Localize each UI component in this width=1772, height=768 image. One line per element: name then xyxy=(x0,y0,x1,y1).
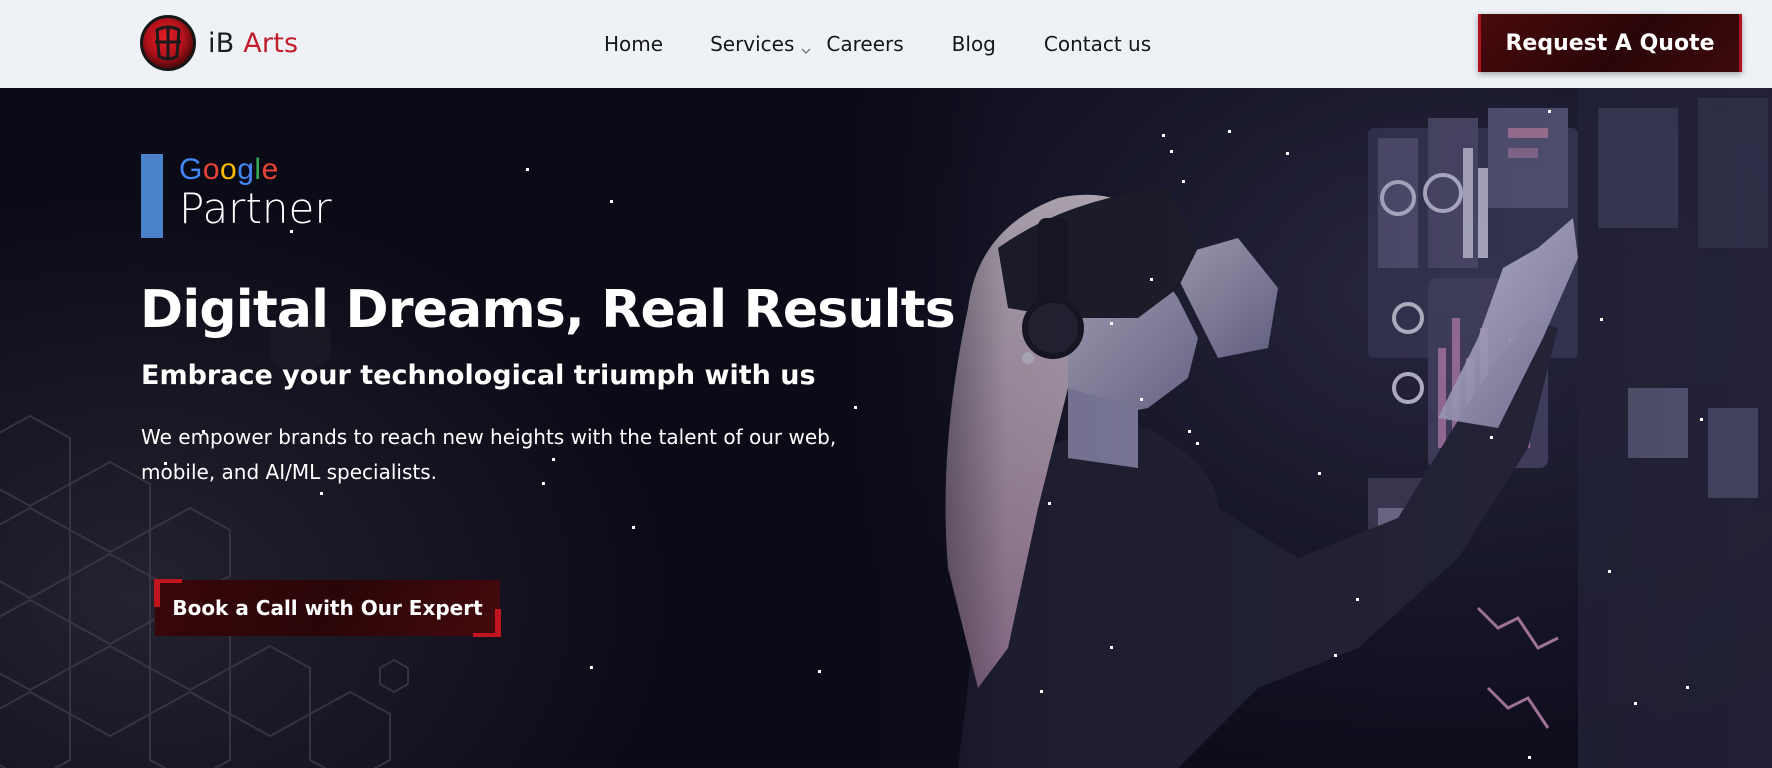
google-letter: l xyxy=(254,153,262,186)
nav-careers[interactable]: Careers xyxy=(826,32,903,56)
google-partner-badge: Google Partner xyxy=(141,154,332,238)
nav-blog[interactable]: Blog xyxy=(952,32,996,56)
site-header: iB Arts Home Services Careers Blog Conta… xyxy=(0,0,1772,88)
google-wordmark: Google xyxy=(179,154,332,186)
hero-section: Google Partner Digital Dreams, Real Resu… xyxy=(0,88,1772,768)
main-nav: Home Services Careers Blog Contact us xyxy=(604,26,1151,62)
nav-home[interactable]: Home xyxy=(604,32,663,56)
google-letter: g xyxy=(237,153,255,186)
google-letter: e xyxy=(261,153,279,186)
button-corner-accent xyxy=(473,633,501,637)
google-letter: o xyxy=(220,153,238,186)
request-quote-button[interactable]: Request A Quote xyxy=(1478,14,1742,72)
logo-mark-icon xyxy=(140,15,196,71)
book-call-button[interactable]: Book a Call with Our Expert xyxy=(154,579,501,637)
hero-title: Digital Dreams, Real Results xyxy=(140,280,956,340)
logo-wordmark: iB Arts xyxy=(208,28,298,59)
button-corner-accent xyxy=(154,579,160,607)
partner-label: Partner xyxy=(179,184,332,233)
google-letter: o xyxy=(202,153,221,186)
logo-text-arts: Arts xyxy=(243,27,299,59)
logo-text-ib: iB xyxy=(208,27,235,59)
button-corner-accent xyxy=(154,579,182,583)
nav-services-label: Services xyxy=(710,32,795,56)
nav-services[interactable]: Services xyxy=(710,32,812,56)
nav-contact-us[interactable]: Contact us xyxy=(1044,32,1151,56)
hero-subtitle: Embrace your technological triumph with … xyxy=(141,360,816,391)
hero-description: We empower brands to reach new heights w… xyxy=(141,425,837,484)
chevron-down-icon xyxy=(800,38,812,54)
google-letter: G xyxy=(179,153,203,186)
book-call-label: Book a Call with Our Expert xyxy=(172,596,483,620)
brand-logo[interactable]: iB Arts xyxy=(140,14,298,72)
google-partner-bar xyxy=(141,154,163,238)
google-partner-text: Google Partner xyxy=(179,154,332,238)
